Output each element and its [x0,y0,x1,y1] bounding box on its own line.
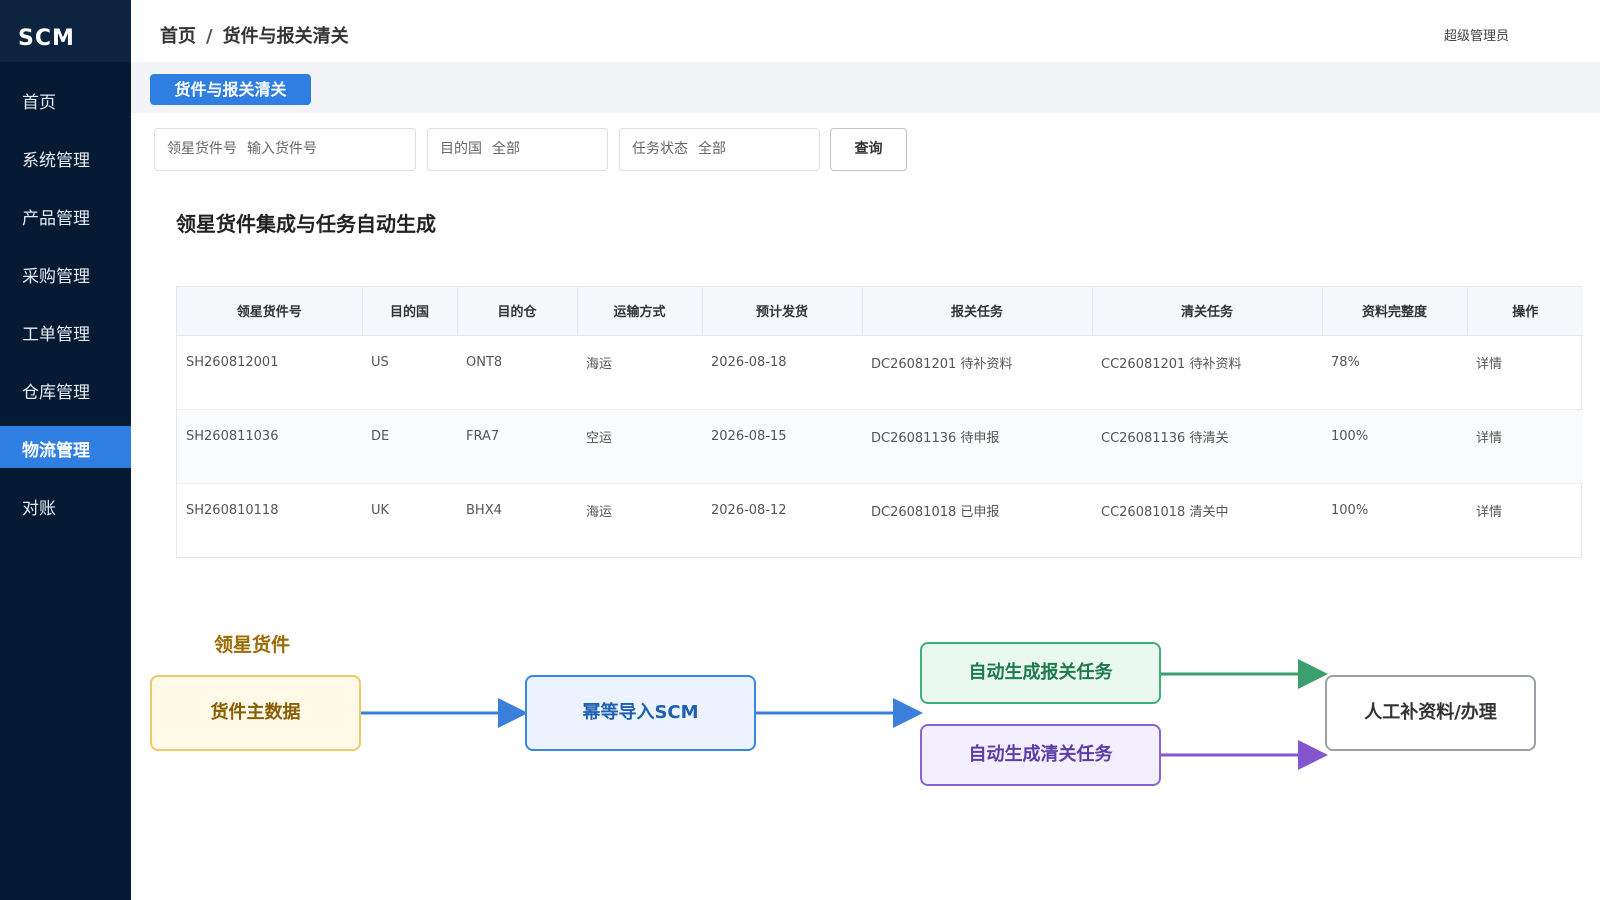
table-cell: UK [371,502,390,518]
table-cell: US [362,335,457,410]
column-header: 资料完整度 [1322,287,1468,336]
detail-link[interactable]: 详情 [1467,409,1583,484]
table-cell: CC26081136 待清关 [1092,409,1322,484]
task-status-select[interactable]: 全部 [698,141,726,157]
breadcrumb-home[interactable]: 首页 [160,26,196,47]
sidebar-item-logistics[interactable]: 物流管理 [0,426,131,468]
sidebar-item-reconciliation[interactable]: 对账 [0,484,131,526]
node-auto-clearance-task: 自动生成清关任务 [920,724,1161,786]
shipment-number-filter[interactable]: 领星货件号 输入货件号 [154,128,416,171]
column-header: 预计发货 [702,287,863,336]
table-cell: 100% [1322,409,1467,484]
task-status-filter[interactable]: 任务状态 全部 [619,128,820,171]
table-cell: SH260812001 [177,335,362,410]
breadcrumb: 首页 / 货件与报关清关 [160,22,349,48]
table-cell: DC26081201 待补资料 [862,335,1092,410]
tab-shipment-customs[interactable]: 货件与报关清关 [150,74,311,105]
table-cell: DC26081018 已申报 [871,504,1000,520]
column-header: 操作 [1467,287,1583,336]
node-idempotent-import: 幂等导入SCM [525,675,756,751]
detail-link[interactable]: 详情 [1467,483,1583,557]
user-name[interactable]: 超级管理员 [1444,25,1509,44]
brand-logo: SCM [0,0,131,62]
node-manual-handling: 人工补资料/办理 [1325,675,1536,751]
table-cell: FRA7 [457,409,577,484]
destination-country-select[interactable]: 全部 [492,141,520,157]
table-cell: DC26081136 待申报 [862,409,1092,484]
top-header: 首页 / 货件与报关清关 超级管理员 [131,0,1600,62]
table-header-row: 领星货件号 目的国 目的仓 运输方式 预计发货 报关任务 清关任务 资料完整度 … [177,287,1583,336]
query-button[interactable]: 查询 [830,128,907,171]
table-row: SH260811036 DE FRA7 空运 2026-08-15 DC2608… [177,409,1583,484]
table-cell: 78% [1322,335,1467,410]
node-shipment-master-data: 货件主数据 [150,675,361,751]
section-title: 领星货件集成与任务自动生成 [176,212,436,236]
shipment-table: 领星货件号 目的国 目的仓 运输方式 预计发货 报关任务 清关任务 资料完整度 … [176,286,1583,558]
sidebar-item-home[interactable]: 首页 [0,78,131,120]
sidebar: SCM 首页 系统管理 产品管理 采购管理 工单管理 仓库管理 物流管理 对账 [0,0,131,900]
table-cell: 2026-08-15 [702,409,862,484]
table-cell: ONT8 [457,335,577,410]
column-header: 目的仓 [457,287,578,336]
table-cell: 2026-08-18 [702,335,862,410]
column-header: 运输方式 [577,287,703,336]
table-cell: DE [362,409,457,484]
task-status-label: 任务状态 [632,141,688,157]
column-header: 领星货件号 [177,287,363,336]
table-cell: CC26081018 清关中 [1101,504,1229,520]
column-header: 清关任务 [1092,287,1323,336]
table-cell: SH260811036 [177,409,362,484]
table-row: SH260812001 US ONT8 海运 2026-08-18 DC2608… [177,335,1583,410]
table-cell: SH260810118 [186,502,279,518]
shipment-number-label: 领星货件号 [167,141,237,157]
table-cell: 100% [1331,502,1369,518]
table-cell: 2026-08-12 [711,502,787,518]
table-cell: 海运 [586,504,613,520]
sidebar-item-system[interactable]: 系统管理 [0,136,131,178]
table-row: SH260810118 UK BHX4 海运 2026-08-12 DC2608… [177,483,1583,557]
shipment-number-input[interactable]: 输入货件号 [247,141,317,157]
table-cell: BHX4 [466,502,502,518]
breadcrumb-separator: / [206,26,213,47]
flow-source-label: 领星货件 [214,634,291,656]
breadcrumb-current: 货件与报关清关 [222,26,349,47]
column-header: 报关任务 [862,287,1093,336]
destination-country-filter[interactable]: 目的国 全部 [427,128,608,171]
sidebar-item-purchase[interactable]: 采购管理 [0,252,131,294]
table-cell: CC26081201 待补资料 [1092,335,1322,410]
sidebar-item-product[interactable]: 产品管理 [0,194,131,236]
node-auto-declaration-task: 自动生成报关任务 [920,642,1161,704]
sidebar-item-warehouse[interactable]: 仓库管理 [0,368,131,410]
destination-country-label: 目的国 [440,141,482,157]
detail-link[interactable]: 详情 [1467,335,1583,410]
column-header: 目的国 [362,287,458,336]
table-cell: 海运 [577,335,702,410]
table-cell: 空运 [577,409,702,484]
tab-bar: 货件与报关清关 [131,62,1600,113]
sidebar-item-workorder[interactable]: 工单管理 [0,310,131,352]
